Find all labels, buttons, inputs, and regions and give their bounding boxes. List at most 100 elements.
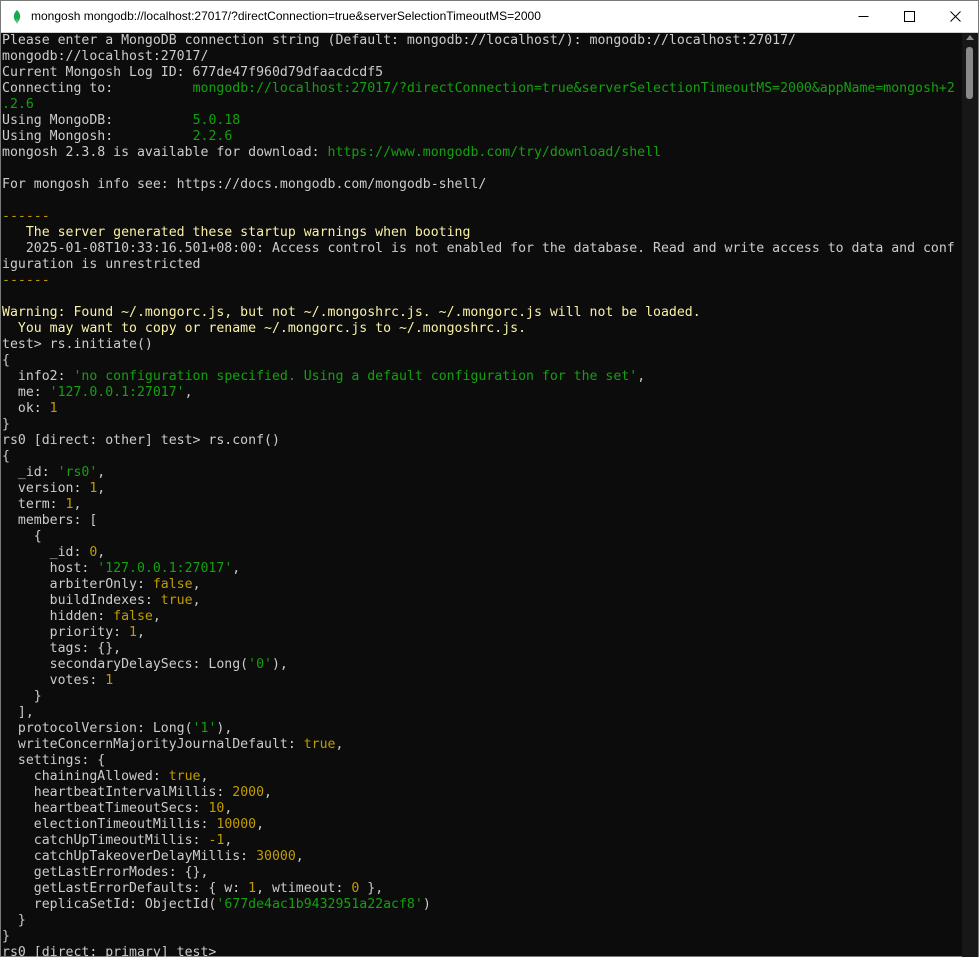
terminal-text-segment: },: [359, 881, 384, 896]
terminal-text-segment: }: [2, 689, 42, 704]
terminal-line: {: [2, 449, 10, 465]
terminal-text-segment: }: [2, 929, 10, 944]
terminal-text-segment: getLastErrorDefaults: { w:: [2, 881, 249, 896]
terminal-output[interactable]: Please enter a MongoDB connection string…: [1, 33, 962, 957]
terminal-text-segment: Connecting to:: [2, 81, 193, 96]
scrollbar-thumb[interactable]: [966, 47, 973, 99]
terminal-text-segment: ok:: [2, 401, 50, 416]
terminal-text-segment: _id:: [2, 465, 58, 480]
terminal-text-segment: ): [422, 897, 431, 912]
close-button[interactable]: [932, 1, 978, 32]
minimize-icon: [858, 16, 868, 17]
terminal-text-segment: getLastErrorModes: {},: [2, 865, 209, 880]
terminal-text-segment: chainingAllowed:: [2, 769, 169, 784]
terminal-line: Using MongoDB: 5.0.18: [2, 113, 240, 129]
terminal-text-segment: '127.0.0.1:27017': [49, 385, 185, 400]
terminal-text-segment: '127.0.0.1:27017': [97, 561, 233, 576]
terminal-text-segment: 2025-01-08T10:33:16.501+08:00: Access co…: [2, 241, 955, 256]
terminal-line: catchUpTimeoutMillis: -1,: [2, 833, 233, 849]
terminal-line: arbiterOnly: false,: [2, 577, 201, 593]
terminal-text-segment: '677de4ac1b9432951a22acf8': [216, 897, 423, 912]
terminal-text-segment: ],: [2, 705, 34, 720]
terminal-text-segment: false: [152, 577, 193, 592]
close-icon: [949, 11, 961, 22]
terminal-text-segment: 2.2.6: [192, 129, 233, 144]
terminal-text-segment: true: [303, 737, 336, 752]
terminal-line: Current Mongosh Log ID: 677de47f960d79df…: [2, 65, 383, 81]
terminal-line: Using Mongosh: 2.2.6: [2, 129, 232, 145]
terminal-text-segment: votes:: [2, 673, 106, 688]
terminal-text-segment: ,: [200, 769, 209, 784]
terminal-text-segment: replicaSetId: ObjectId(: [2, 897, 217, 912]
terminal-text-segment: ,: [192, 593, 201, 608]
terminal-text-segment: 2000: [232, 785, 265, 800]
terminal-line: members: [: [2, 513, 97, 529]
terminal-text-segment: members: [: [2, 513, 98, 528]
minimize-button[interactable]: [840, 1, 886, 32]
maximize-button[interactable]: [886, 1, 932, 32]
scroll-up-arrow-icon[interactable]: [966, 35, 974, 40]
terminal-line: writeConcernMajorityJournalDefault: true…: [2, 737, 344, 753]
terminal-line: rs0 [direct: other] test> rs.conf(): [2, 433, 280, 449]
terminal-line: }: [2, 689, 42, 705]
terminal-text-segment: true: [160, 593, 193, 608]
terminal-line: .2.6: [2, 97, 34, 113]
terminal-text-segment: {: [2, 529, 42, 544]
terminal-line: mongosh 2.3.8 is available for download:…: [2, 145, 661, 161]
terminal-line: }: [2, 929, 10, 945]
terminal-text-segment: 10: [208, 801, 225, 816]
terminal-window: mongosh mongodb://localhost:27017/?direc…: [0, 0, 979, 957]
terminal-text-segment: {: [2, 449, 10, 464]
terminal-line: info2: 'no configuration specified. Usin…: [2, 369, 645, 385]
terminal-line: The server generated these startup warni…: [2, 225, 471, 241]
terminal-line: Connecting to: mongodb://localhost:27017…: [2, 81, 955, 97]
terminal-line: votes: 1: [2, 673, 114, 689]
terminal-text-segment: hidden:: [2, 609, 114, 624]
terminal-line: rs0 [direct: primary] test>: [2, 945, 216, 957]
terminal-line: catchUpTakeoverDelayMillis: 30000,: [2, 849, 304, 865]
terminal-text-segment: heartbeatTimeoutSecs:: [2, 801, 209, 816]
terminal-line: tags: {},: [2, 641, 121, 657]
terminal-text-segment: https://www.mongodb.com/try/download/she…: [327, 145, 661, 160]
vertical-scrollbar[interactable]: [962, 33, 978, 957]
maximize-icon: [903, 11, 915, 22]
terminal-text-segment: For mongosh info see: https://docs.mongo…: [2, 177, 487, 192]
terminal-text-segment: version:: [2, 481, 90, 496]
terminal-text-segment: You may want to copy or rename ~/.mongor…: [2, 321, 527, 336]
terminal-line: {: [2, 529, 42, 545]
terminal-text-segment: The server generated these startup warni…: [2, 225, 471, 240]
terminal-line: mongodb://localhost:27017/: [2, 49, 208, 65]
terminal-text-segment: Using Mongosh:: [2, 129, 193, 144]
terminal-text-segment: .2.6: [2, 97, 34, 112]
terminal-text-segment: electionTimeoutMillis:: [2, 817, 217, 832]
terminal-text-segment: Current Mongosh Log ID: 677de47f960d79df…: [2, 65, 384, 80]
terminal-text-segment: ,: [152, 609, 161, 624]
terminal-text-segment: term:: [2, 497, 66, 512]
terminal-line: iguration is unrestricted: [2, 257, 201, 273]
terminal-text-segment: me:: [2, 385, 50, 400]
terminal-text-segment: ,: [192, 577, 201, 592]
terminal-line: _id: 0,: [2, 545, 106, 561]
terminal-text-segment: {: [2, 353, 10, 368]
terminal-text-segment: protocolVersion: Long(: [2, 721, 193, 736]
title-bar[interactable]: mongosh mongodb://localhost:27017/?direc…: [1, 1, 978, 33]
terminal-line: priority: 1,: [2, 625, 145, 641]
terminal-text-segment: _id:: [2, 545, 90, 560]
terminal-line: Please enter a MongoDB connection string…: [2, 33, 796, 49]
terminal-line: ],: [2, 705, 34, 721]
terminal-text-segment: heartbeatIntervalMillis:: [2, 785, 233, 800]
terminal-line: term: 1,: [2, 497, 82, 513]
terminal-text-segment: mongosh 2.3.8 is available for download:: [2, 145, 328, 160]
terminal-text-segment: mongodb://localhost:27017/: [2, 49, 209, 64]
terminal-line: _id: 'rs0',: [2, 465, 105, 481]
terminal-text-segment: }: [2, 913, 26, 928]
terminal-text-segment: ,: [97, 465, 106, 480]
terminal-line: settings: {: [2, 753, 105, 769]
terminal-text-segment: ),: [271, 657, 288, 672]
terminal-line: ok: 1: [2, 401, 58, 417]
terminal-text-segment: , wtimeout:: [256, 881, 352, 896]
terminal-text-segment: ,: [97, 545, 106, 560]
terminal-text-segment: test> rs.initiate(): [2, 337, 153, 352]
terminal-text-segment: '1': [192, 721, 217, 736]
terminal-line: ------: [2, 209, 50, 225]
